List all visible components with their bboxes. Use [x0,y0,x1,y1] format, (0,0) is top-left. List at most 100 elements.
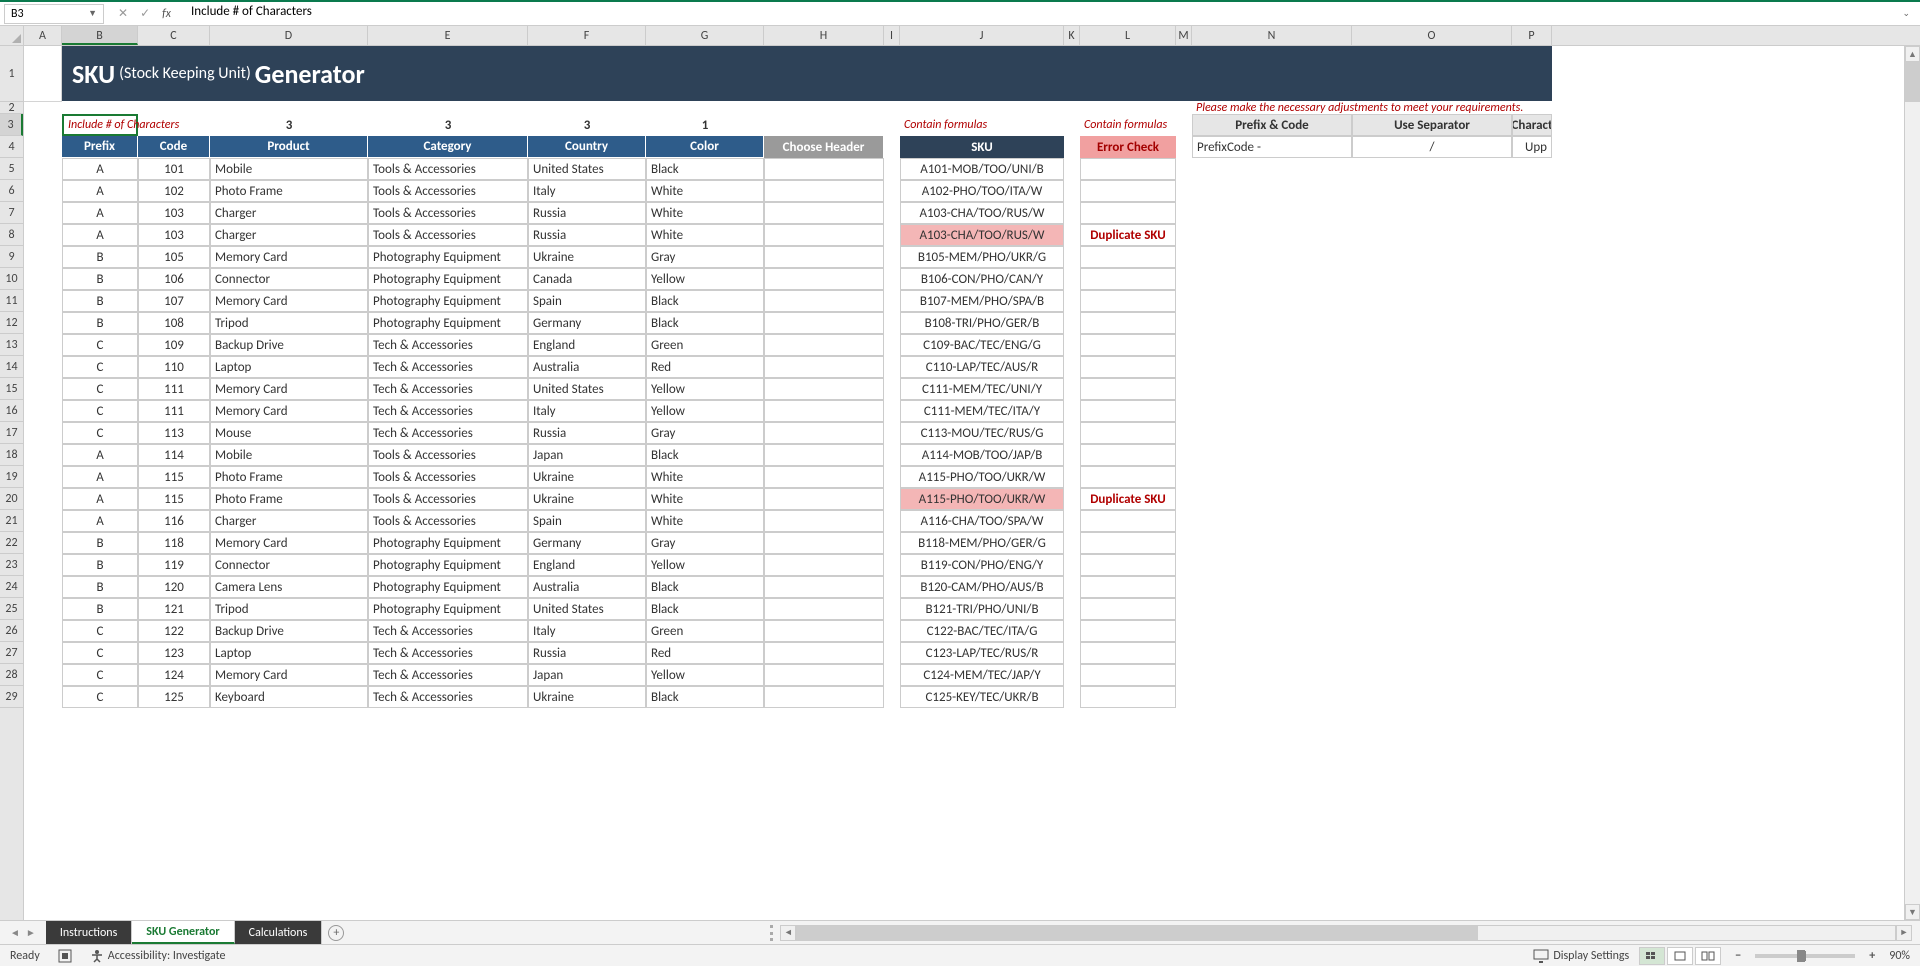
cell-color[interactable]: White [646,466,764,488]
cell-product[interactable]: Laptop [210,356,368,378]
cell-gap-k[interactable] [1064,620,1080,642]
cell-N29[interactable] [1192,686,1352,708]
cell-A3[interactable] [24,114,62,136]
header-prefix[interactable]: Prefix [62,136,138,158]
zoom-in-button[interactable]: + [1865,949,1879,963]
cell-P25[interactable] [1512,598,1552,620]
cell-O27[interactable] [1352,642,1512,664]
row-header-29[interactable]: 29 [0,686,23,708]
row-header-18[interactable]: 18 [0,444,23,466]
cell-product[interactable]: Memory Card [210,246,368,268]
cell-gap-m[interactable] [1176,444,1192,466]
cell-N8[interactable] [1192,224,1352,246]
row-header-26[interactable]: 26 [0,620,23,642]
cell-code[interactable]: 116 [138,510,210,532]
cell-category[interactable]: Photography Equipment [368,576,528,598]
cell-color[interactable]: White [646,180,764,202]
cell-prefix[interactable]: C [62,620,138,642]
cell-gap-i[interactable] [884,466,900,488]
row-header-15[interactable]: 15 [0,378,23,400]
cell-N11[interactable] [1192,290,1352,312]
cell-P29[interactable] [1512,686,1552,708]
col-header-C[interactable]: C [138,26,210,45]
cell-sku[interactable]: A115-PHO/TOO/UKR/W [900,488,1064,510]
cell-N13[interactable] [1192,334,1352,356]
cell-product[interactable]: Mobile [210,444,368,466]
cell-gap-i[interactable] [884,664,900,686]
cell-choose[interactable] [764,664,884,686]
cell-P5[interactable] [1512,158,1552,180]
cell-gap-m[interactable] [1176,598,1192,620]
col-header-I[interactable]: I [884,26,900,45]
cell-prefix[interactable]: C [62,642,138,664]
cell-color[interactable]: Red [646,356,764,378]
cell-category[interactable]: Tools & Accessories [368,224,528,246]
cell-gap-i[interactable] [884,334,900,356]
cell-gap-i[interactable] [884,554,900,576]
cell-country[interactable]: Germany [528,532,646,554]
cell-O11[interactable] [1352,290,1512,312]
cell-gap-m[interactable] [1176,422,1192,444]
cell-prefix[interactable]: C [62,356,138,378]
cell-error-check[interactable] [1080,268,1176,290]
chevron-down-icon[interactable]: ⌄ [1896,8,1916,19]
cell-color[interactable]: White [646,510,764,532]
cell-O7[interactable] [1352,202,1512,224]
cell-color[interactable]: Yellow [646,378,764,400]
cell-choose[interactable] [764,488,884,510]
cell-A20[interactable] [24,488,62,510]
cell-error-check[interactable] [1080,356,1176,378]
cell-color[interactable]: Black [646,576,764,598]
cell-N5[interactable] [1192,158,1352,180]
cell-country[interactable]: Spain [528,290,646,312]
display-settings-button[interactable]: Display Settings [1533,949,1629,963]
cell-O18[interactable] [1352,444,1512,466]
cell-prefix[interactable]: B [62,598,138,620]
cell-N26[interactable] [1192,620,1352,642]
cell-prefix[interactable]: B [62,312,138,334]
cell-error-check[interactable] [1080,180,1176,202]
cell-error-check[interactable] [1080,466,1176,488]
col-header-K[interactable]: K [1064,26,1080,45]
cell-gap-i[interactable] [884,510,900,532]
cell-error-check[interactable] [1080,686,1176,708]
cell-error-check[interactable] [1080,312,1176,334]
tab-next-icon[interactable]: ► [26,926,36,939]
cell-code[interactable]: 114 [138,444,210,466]
cell-P6[interactable] [1512,180,1552,202]
row-header-14[interactable]: 14 [0,356,23,378]
cell-color[interactable]: Yellow [646,554,764,576]
cell-prefix[interactable]: B [62,532,138,554]
cell-gap-m[interactable] [1176,466,1192,488]
cell-gap-k[interactable] [1064,400,1080,422]
cell-O8[interactable] [1352,224,1512,246]
cell-gap-k[interactable] [1064,554,1080,576]
cell-code[interactable]: 118 [138,532,210,554]
cell-K3[interactable] [1064,114,1080,136]
cell-choose[interactable] [764,290,884,312]
cell-code[interactable]: 120 [138,576,210,598]
col-header-O[interactable]: O [1352,26,1512,45]
cell-gap-m[interactable] [1176,202,1192,224]
cell-code[interactable]: 107 [138,290,210,312]
cell-sku[interactable]: C109-BAC/TEC/ENG/G [900,334,1064,356]
cell-error-check[interactable] [1080,158,1176,180]
cell-gap-i[interactable] [884,312,900,334]
cell-gap-k[interactable] [1064,532,1080,554]
cell-O5[interactable] [1352,158,1512,180]
col-header-B[interactable]: B [62,26,138,45]
adjustments-note[interactable]: Please make the necessary adjustments to… [1192,102,1552,114]
cell-N10[interactable] [1192,268,1352,290]
cell-sku[interactable]: B121-TRI/PHO/UNI/B [900,598,1064,620]
cell-gap-i[interactable] [884,444,900,466]
cell-prefix[interactable]: A [62,444,138,466]
cell-category[interactable]: Photography Equipment [368,532,528,554]
cell-gap-m[interactable] [1176,356,1192,378]
cell-color[interactable]: Black [646,312,764,334]
cell-N18[interactable] [1192,444,1352,466]
cell-gap-i[interactable] [884,598,900,620]
cell-gap-i[interactable] [884,576,900,598]
cell-A24[interactable] [24,576,62,598]
cell-O14[interactable] [1352,356,1512,378]
cell-gap-k[interactable] [1064,158,1080,180]
